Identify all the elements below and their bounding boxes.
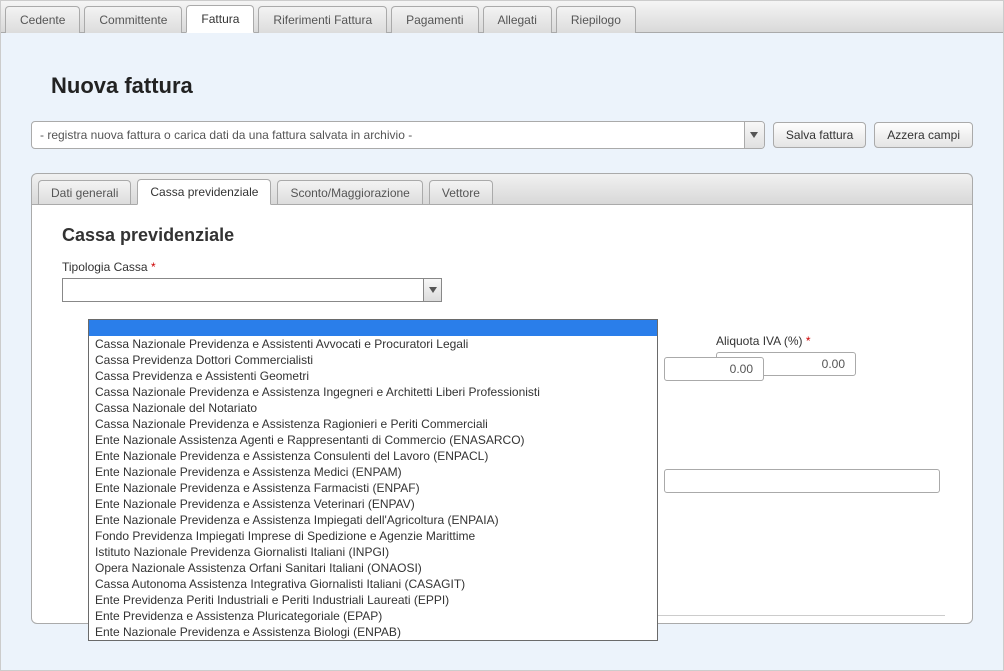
reset-button[interactable]: Azzera campi xyxy=(874,122,973,148)
dropdown-option[interactable]: Ente Nazionale Previdenza e Assistenza I… xyxy=(89,512,657,528)
tab-label: Vettore xyxy=(442,186,480,200)
tab-label: Cassa previdenziale xyxy=(150,185,258,199)
dropdown-option[interactable]: Ente Nazionale Previdenza e Assistenza C… xyxy=(89,448,657,464)
tipologia-select[interactable] xyxy=(62,278,442,302)
tipologia-dropdown[interactable]: Cassa Nazionale Previdenza e Assistenti … xyxy=(88,319,658,641)
required-star: * xyxy=(151,260,156,274)
archive-combo[interactable] xyxy=(31,121,765,149)
tab-committente[interactable]: Committente xyxy=(84,6,182,33)
label-text: Aliquota IVA (%) xyxy=(716,334,802,348)
dropdown-option[interactable]: Ente Nazionale Assistenza Agenti e Rappr… xyxy=(89,432,657,448)
tab-pagamenti[interactable]: Pagamenti xyxy=(391,6,478,33)
dropdown-option[interactable] xyxy=(89,320,657,336)
dropdown-option[interactable]: Opera Nazionale Assistenza Orfani Sanita… xyxy=(89,560,657,576)
tab-cedente[interactable]: Cedente xyxy=(5,6,80,33)
app-window: Cedente Committente Fattura Riferimenti … xyxy=(0,0,1004,671)
dropdown-option[interactable]: Ente Nazionale Previdenza e Assistenza M… xyxy=(89,464,657,480)
chevron-down-icon xyxy=(429,287,437,293)
save-button[interactable]: Salva fattura xyxy=(773,122,866,148)
tab-label: Riferimenti Fattura xyxy=(273,13,372,27)
inner-tab-cassa[interactable]: Cassa previdenziale xyxy=(137,179,271,205)
page-title: Nuova fattura xyxy=(51,73,953,99)
dropdown-option[interactable]: Cassa Nazionale Previdenza e Assistenza … xyxy=(89,416,657,432)
dropdown-option[interactable]: Cassa Autonoma Assistenza Integrativa Gi… xyxy=(89,576,657,592)
dropdown-option[interactable]: Ente Previdenza Periti Industriali e Per… xyxy=(89,592,657,608)
dropdown-option[interactable]: Ente Nazionale Previdenza e Assistenza F… xyxy=(89,480,657,496)
dropdown-option[interactable]: Cassa Nazionale Previdenza e Assistenza … xyxy=(89,384,657,400)
dropdown-option[interactable]: Ente Previdenza e Assistenza Pluricatego… xyxy=(89,608,657,624)
tab-riepilogo[interactable]: Riepilogo xyxy=(556,6,636,33)
inner-tab-vettore[interactable]: Vettore xyxy=(429,180,493,205)
main-tabbar: Cedente Committente Fattura Riferimenti … xyxy=(1,1,1003,33)
dropdown-option[interactable]: Cassa Previdenza Dottori Commercialisti xyxy=(89,352,657,368)
label-text: Tipologia Cassa xyxy=(62,260,148,274)
archive-combo-caret[interactable] xyxy=(744,122,764,148)
lower-text-input[interactable] xyxy=(664,469,940,493)
tab-label: Pagamenti xyxy=(406,13,463,27)
tipologia-select-input[interactable] xyxy=(63,283,423,297)
dropdown-option[interactable]: Fondo Previdenza Impiegati Imprese di Sp… xyxy=(89,528,657,544)
tab-label: Cedente xyxy=(20,13,65,27)
dropdown-option[interactable]: Cassa Nazionale Previdenza e Assistenti … xyxy=(89,336,657,352)
inner-tabstrip: Dati generali Cassa previdenziale Sconto… xyxy=(31,173,973,204)
tipologia-select-caret[interactable] xyxy=(423,279,441,301)
dropdown-option[interactable]: Ente Nazionale Previdenza e Assistenza B… xyxy=(89,624,657,640)
tab-label: Riepilogo xyxy=(571,13,621,27)
secondary-numeric-input[interactable] xyxy=(664,357,764,381)
tab-label: Fattura xyxy=(201,12,239,26)
dropdown-option[interactable]: Cassa Nazionale del Notariato xyxy=(89,400,657,416)
tab-label: Sconto/Maggiorazione xyxy=(290,186,409,200)
archive-combo-input[interactable] xyxy=(32,128,744,142)
dropdown-option[interactable]: Istituto Nazionale Previdenza Giornalist… xyxy=(89,544,657,560)
tab-allegati[interactable]: Allegati xyxy=(483,6,552,33)
inner-tab-sconto[interactable]: Sconto/Maggiorazione xyxy=(277,180,422,205)
tab-label: Dati generali xyxy=(51,186,118,200)
chevron-down-icon xyxy=(750,132,758,138)
dropdown-option[interactable]: Ente Nazionale Previdenza e Assistenza V… xyxy=(89,496,657,512)
dropdown-option[interactable]: Cassa Previdenza e Assistenti Geometri xyxy=(89,368,657,384)
tab-riferimenti[interactable]: Riferimenti Fattura xyxy=(258,6,387,33)
tab-label: Committente xyxy=(99,13,167,27)
tab-fattura[interactable]: Fattura xyxy=(186,5,254,33)
inner-tab-dati-generali[interactable]: Dati generali xyxy=(38,180,131,205)
field-tipologia-label: Tipologia Cassa * xyxy=(62,260,942,274)
tab-label: Allegati xyxy=(498,13,537,27)
section-title: Cassa previdenziale xyxy=(62,225,942,246)
field-aliquota-label: Aliquota IVA (%) * xyxy=(716,334,856,348)
required-star: * xyxy=(806,334,811,348)
archive-row: Salva fattura Azzera campi xyxy=(31,121,973,149)
